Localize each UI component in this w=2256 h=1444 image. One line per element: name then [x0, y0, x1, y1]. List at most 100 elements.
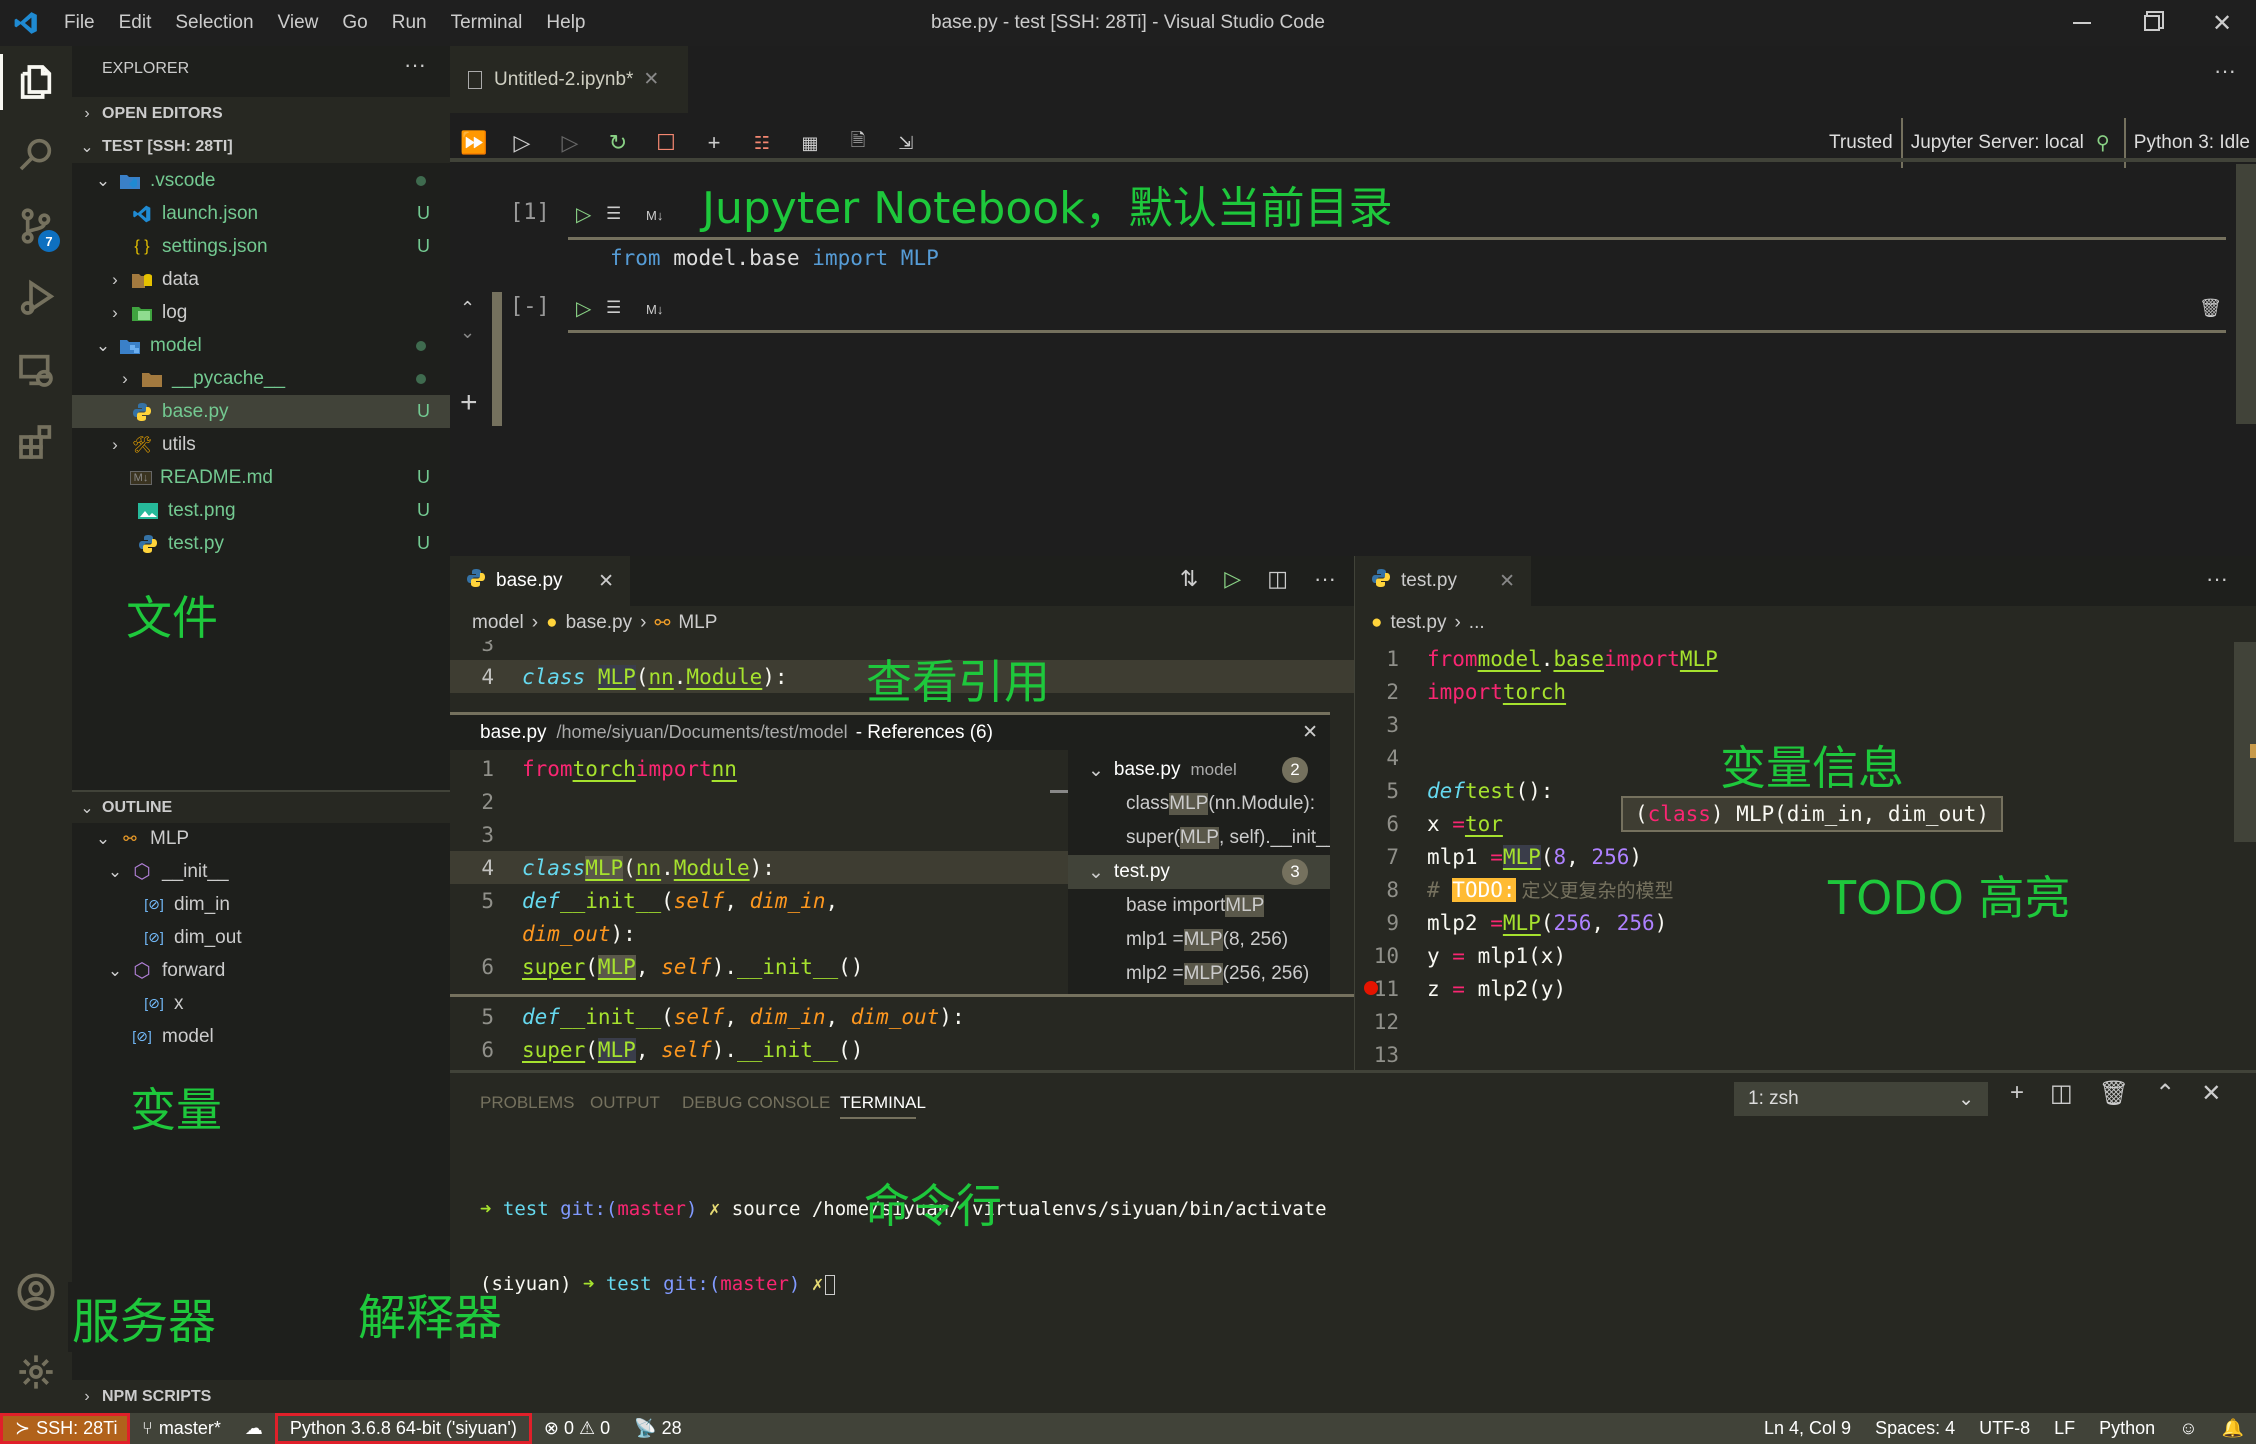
outline-item-dim-out[interactable]: [⊘] dim_out: [72, 921, 450, 954]
code-line[interactable]: 6 x = tor: [1355, 807, 1503, 840]
feedback-button[interactable]: ☺: [2167, 1413, 2209, 1444]
notifications-button[interactable]: 🔔: [2210, 1413, 2256, 1444]
more-actions-icon[interactable]: ···: [404, 52, 426, 78]
code-line[interactable]: 8 # TODO: 定义更复杂的模型: [1355, 873, 1674, 906]
close-panel-icon[interactable]: ✕: [2201, 1079, 2221, 1108]
close-tab-icon[interactable]: ✕: [598, 570, 614, 593]
add-cell-icon[interactable]: +: [460, 386, 478, 420]
code-line[interactable]: 6 super(MLP, self). __init__(): [450, 1033, 863, 1066]
split-editor-icon[interactable]: ◫: [1267, 566, 1288, 592]
outline-item-x[interactable]: [⊘] x: [72, 987, 450, 1020]
tree-item-vscode[interactable]: ⌄ .vscode: [72, 164, 450, 197]
reference-item[interactable]: mlp1 = MLP (8, 256): [1126, 923, 1288, 957]
sync-button[interactable]: ☁: [233, 1413, 275, 1444]
tree-item-test-py[interactable]: test.py U: [72, 527, 450, 560]
code-line[interactable]: 10 y = mlp1(x): [1355, 939, 1566, 972]
python-interpreter[interactable]: Python 3.6.8 64-bit ('siyuan'): [274, 1413, 532, 1444]
code-line[interactable]: 5 def test ():: [1355, 774, 1553, 807]
tab-terminal[interactable]: TERMINAL: [840, 1093, 926, 1113]
maximize-panel-icon[interactable]: ⌃: [2155, 1079, 2175, 1108]
tree-item-readme[interactable]: M↓ README.md U: [72, 461, 450, 494]
menu-selection[interactable]: Selection: [163, 0, 265, 46]
save-icon[interactable]: 🗎: [834, 128, 882, 158]
code-line[interactable]: 3: [450, 818, 522, 851]
reference-group-test-py[interactable]: ⌄ test.py 3: [1068, 855, 1330, 889]
search-activity[interactable]: [0, 118, 72, 190]
code-line[interactable]: 11 z = mlp2(y): [1355, 972, 1566, 1005]
code-line[interactable]: 2: [450, 785, 522, 818]
markdown-toggle[interactable]: M↓: [646, 302, 663, 317]
run-by-line-icon[interactable]: ☰: [606, 204, 621, 224]
run-by-line-icon[interactable]: ☰: [606, 298, 621, 318]
git-branch[interactable]: ⑂ master*: [130, 1413, 233, 1444]
terminal-select[interactable]: 1: zsh ⌄: [1734, 1082, 1988, 1116]
menu-help[interactable]: Help: [534, 0, 597, 46]
run-cell-icon[interactable]: ▷: [576, 202, 591, 227]
menu-view[interactable]: View: [266, 0, 331, 46]
outline-item-init[interactable]: ⌄ ⬡ __init__: [72, 855, 450, 888]
close-tab-icon[interactable]: ✕: [643, 68, 659, 91]
workspace-section[interactable]: ⌄ TEST [SSH: 28TI]: [72, 130, 450, 163]
clear-outputs-icon[interactable]: ☷: [738, 133, 786, 154]
reference-group-base-py[interactable]: ⌄ base.py model 2: [1088, 753, 1330, 787]
menu-edit[interactable]: Edit: [107, 0, 164, 46]
scrollbar[interactable]: [2236, 164, 2256, 424]
code-line[interactable]: 5 def __init__(self, dim_in, dim_out):: [450, 1000, 964, 1033]
close-tab-icon[interactable]: ✕: [1499, 570, 1515, 593]
add-cell-icon[interactable]: +: [690, 130, 738, 156]
tab-test-py[interactable]: test.py ✕: [1355, 556, 1531, 606]
reference-item[interactable]: base import MLP: [1126, 889, 1265, 923]
code-line[interactable]: 5 def __init__(self, dim_in,: [450, 884, 838, 917]
breadcrumb-item[interactable]: ...: [1469, 612, 1485, 634]
run-all-icon[interactable]: ⏩: [450, 130, 498, 156]
more-actions-icon[interactable]: ···: [1314, 566, 1336, 592]
tree-item-test-png[interactable]: test.png U: [72, 494, 450, 527]
npm-scripts-section[interactable]: › NPM SCRIPTS: [72, 1380, 450, 1413]
end-of-line[interactable]: LF: [2042, 1413, 2087, 1444]
accounts-activity[interactable]: [0, 1256, 72, 1328]
outline-section[interactable]: ⌄ OUTLINE: [72, 790, 450, 823]
code-line[interactable]: 12: [1355, 1005, 1427, 1038]
move-cell-down-icon[interactable]: ⌄: [460, 322, 475, 343]
open-editors-section[interactable]: › OPEN EDITORS: [72, 97, 450, 130]
run-above-icon[interactable]: ▷: [498, 130, 546, 156]
reference-item[interactable]: class MLP (nn.Module):: [1126, 787, 1315, 821]
indentation[interactable]: Spaces: 4: [1863, 1413, 1967, 1444]
jupyter-server-label[interactable]: Jupyter Server: local: [1911, 132, 2084, 154]
menu-go[interactable]: Go: [330, 0, 379, 46]
scm-activity[interactable]: 7: [0, 190, 72, 262]
variables-icon[interactable]: ▦: [786, 133, 834, 154]
run-below-icon[interactable]: ▷: [546, 130, 594, 156]
new-terminal-icon[interactable]: +: [2010, 1079, 2024, 1108]
breadcrumb-item[interactable]: base.py: [566, 612, 633, 634]
trusted-label[interactable]: Trusted: [1829, 132, 1893, 154]
outline-item-model[interactable]: [⊘] model: [72, 1020, 450, 1053]
tree-item-data[interactable]: › data: [72, 263, 450, 296]
kill-terminal-icon[interactable]: 🗑: [2099, 1079, 2129, 1108]
reference-item[interactable]: super(MLP, self).__init__(: [1126, 821, 1330, 855]
tree-item-log[interactable]: › log: [72, 296, 450, 329]
scrollbar[interactable]: [2234, 642, 2256, 842]
explorer-activity[interactable]: [0, 46, 72, 118]
restart-kernel-icon[interactable]: ↻: [594, 130, 642, 156]
tree-item-pycache[interactable]: › __pycache__: [72, 362, 450, 395]
code-line[interactable]: 3: [1355, 708, 1427, 741]
outline-item-forward[interactable]: ⌄ ⬡ forward: [72, 954, 450, 987]
tree-item-utils[interactable]: › 🛠 utils: [72, 428, 450, 461]
code-line[interactable]: 2 import torch: [1355, 675, 1566, 708]
close-window-button[interactable]: ✕: [2188, 0, 2256, 46]
tree-item-base-py[interactable]: base.py U: [72, 395, 450, 428]
code-line[interactable]: 13: [1355, 1038, 1427, 1071]
split-terminal-icon[interactable]: ◫: [2050, 1079, 2073, 1108]
code-line[interactable]: 4: [1355, 741, 1427, 774]
move-cell-up-icon[interactable]: ⌃: [460, 298, 475, 319]
cell-code[interactable]: from model.base import MLP: [610, 246, 939, 270]
export-icon[interactable]: ⇲: [882, 133, 930, 154]
code-line[interactable]: dim_out):: [450, 917, 636, 950]
restore-button[interactable]: [2118, 0, 2186, 46]
minimize-button[interactable]: [2048, 0, 2116, 46]
tab-base-py[interactable]: base.py ✕: [450, 556, 630, 606]
code-line[interactable]: 6 super(MLP, self). __init__(): [450, 950, 863, 983]
tree-item-settings-json[interactable]: { } settings.json U: [72, 230, 450, 263]
breakpoint-icon[interactable]: [1364, 981, 1378, 995]
